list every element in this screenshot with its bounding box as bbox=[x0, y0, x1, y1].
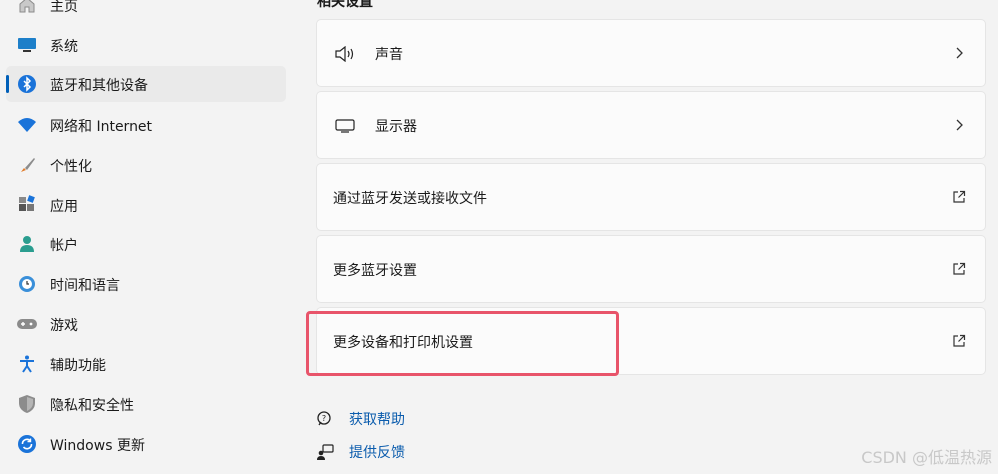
monitor-icon bbox=[334, 116, 356, 136]
sidebar-item-windows-update[interactable]: Windows 更新 bbox=[6, 426, 286, 462]
settings-sidebar: 主页 系统 蓝牙和其他设备 网络和 Internet 个性化 应用 帐户 时间和… bbox=[0, 0, 296, 474]
clock-globe-icon bbox=[16, 273, 38, 295]
sidebar-item-bluetooth[interactable]: 蓝牙和其他设备 bbox=[6, 66, 286, 102]
sidebar-item-network[interactable]: 网络和 Internet bbox=[6, 107, 286, 143]
external-link-icon bbox=[951, 189, 967, 205]
gamepad-icon bbox=[16, 313, 38, 335]
sidebar-item-label: Windows 更新 bbox=[50, 438, 145, 454]
sidebar-item-label: 隐私和安全性 bbox=[50, 398, 134, 414]
chevron-right-icon bbox=[951, 45, 967, 61]
apps-icon bbox=[16, 194, 38, 216]
feedback-icon bbox=[314, 442, 336, 462]
give-feedback-link[interactable]: 提供反馈 bbox=[314, 441, 405, 463]
wifi-icon bbox=[16, 114, 38, 136]
sidebar-item-privacy[interactable]: 隐私和安全性 bbox=[6, 386, 286, 422]
bluetooth-file-transfer-label: 通过蓝牙发送或接收文件 bbox=[333, 191, 487, 207]
svg-text:?: ? bbox=[322, 414, 326, 423]
sidebar-item-apps[interactable]: 应用 bbox=[6, 187, 286, 223]
display-card-label: 显示器 bbox=[375, 119, 417, 135]
update-sync-icon bbox=[16, 433, 38, 455]
devices-printers-settings-label: 更多设备和打印机设置 bbox=[333, 335, 473, 351]
sidebar-item-label: 应用 bbox=[50, 199, 78, 215]
sidebar-item-label: 时间和语言 bbox=[50, 278, 120, 294]
help-chat-icon: ? bbox=[314, 409, 336, 429]
sidebar-item-label: 个性化 bbox=[50, 159, 92, 175]
sidebar-item-label: 游戏 bbox=[50, 318, 78, 334]
bluetooth-icon bbox=[16, 73, 38, 95]
shield-icon bbox=[16, 393, 38, 415]
accessibility-icon bbox=[16, 353, 38, 375]
sidebar-item-gaming[interactable]: 游戏 bbox=[6, 306, 286, 342]
display-card[interactable]: 显示器 bbox=[316, 91, 986, 159]
get-help-link[interactable]: ? 获取帮助 bbox=[314, 408, 405, 430]
sidebar-item-accessibility[interactable]: 辅助功能 bbox=[6, 346, 286, 382]
paintbrush-icon bbox=[16, 154, 38, 176]
sidebar-item-label: 蓝牙和其他设备 bbox=[50, 78, 148, 94]
sidebar-item-label: 辅助功能 bbox=[50, 358, 106, 374]
sidebar-item-personalization[interactable]: 个性化 bbox=[6, 147, 286, 183]
sidebar-item-home[interactable]: 主页 bbox=[6, 0, 286, 23]
sidebar-item-accounts[interactable]: 帐户 bbox=[6, 226, 286, 262]
system-display-icon bbox=[16, 34, 38, 56]
sidebar-item-label: 主页 bbox=[50, 0, 78, 15]
devices-printers-settings-card[interactable]: 更多设备和打印机设置 bbox=[316, 307, 986, 375]
more-bluetooth-settings-label: 更多蓝牙设置 bbox=[333, 263, 417, 279]
get-help-label: 获取帮助 bbox=[349, 412, 405, 428]
active-indicator bbox=[6, 75, 9, 93]
chevron-right-icon bbox=[951, 117, 967, 133]
sidebar-item-label: 网络和 Internet bbox=[50, 119, 153, 135]
watermark-text: CSDN @低温热源 bbox=[861, 448, 992, 467]
external-link-icon bbox=[951, 333, 967, 349]
more-bluetooth-settings-card[interactable]: 更多蓝牙设置 bbox=[316, 235, 986, 303]
give-feedback-label: 提供反馈 bbox=[349, 445, 405, 461]
sidebar-item-time-language[interactable]: 时间和语言 bbox=[6, 266, 286, 302]
sound-card-label: 声音 bbox=[375, 47, 403, 63]
speaker-icon bbox=[334, 44, 356, 64]
sidebar-item-label: 帐户 bbox=[50, 238, 78, 254]
related-settings-title: 相关设置 bbox=[317, 0, 373, 10]
sidebar-item-label: 系统 bbox=[50, 39, 78, 55]
account-icon bbox=[16, 233, 38, 255]
sidebar-item-system[interactable]: 系统 bbox=[6, 27, 286, 63]
bluetooth-file-transfer-card[interactable]: 通过蓝牙发送或接收文件 bbox=[316, 163, 986, 231]
external-link-icon bbox=[951, 261, 967, 277]
sound-card[interactable]: 声音 bbox=[316, 19, 986, 87]
home-icon bbox=[16, 0, 38, 16]
